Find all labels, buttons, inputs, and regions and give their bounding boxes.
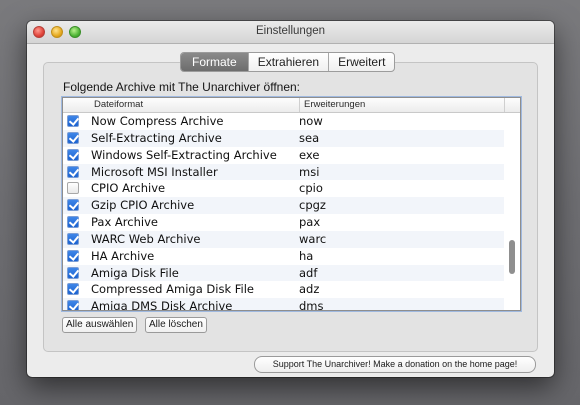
vertical-scrollbar[interactable] [504, 113, 520, 310]
format-name-cell: WARC Web Archive [91, 231, 201, 246]
table-row[interactable]: Gzip CPIO Archive cpgz [63, 197, 504, 215]
format-enabled-checkbox[interactable] [67, 199, 79, 212]
tab-erweitert[interactable]: Erweitert [328, 53, 394, 71]
format-name-cell: Windows Self-Extracting Archive [91, 147, 277, 162]
format-enabled-checkbox[interactable] [67, 131, 79, 144]
table-row[interactable]: Compressed Amiga Disk File adz [63, 281, 504, 298]
formats-table: Dateiformat Erweiterungen Now Compress A… [62, 97, 521, 311]
format-enabled-checkbox[interactable] [67, 165, 79, 178]
clear-all-button[interactable]: Alle löschen [145, 317, 207, 333]
window-title: Einstellungen [255, 25, 326, 37]
format-enabled-checkbox[interactable] [67, 300, 79, 310]
table-body: Now Compress Archive now Self-Extracting A… [63, 113, 504, 310]
format-name-cell: Gzip CPIO Archive [91, 198, 195, 213]
format-enabled-checkbox[interactable] [67, 232, 79, 245]
table-row[interactable]: WARC Web Archive warc [63, 230, 504, 248]
format-extension-cell: exe [299, 147, 320, 162]
format-enabled-checkbox[interactable] [67, 283, 79, 296]
support-donation-button[interactable]: Support The Unarchiver! Make a donation … [254, 356, 536, 373]
format-extension-cell: adz [299, 282, 320, 297]
format-extension-cell: ha [299, 248, 314, 263]
column-header-extensions[interactable]: Erweiterungen [299, 98, 365, 112]
format-extension-cell: now [299, 114, 323, 128]
format-name-cell: HA Archive [91, 248, 155, 263]
tab-bar: Formate Extrahieren Erweitert [180, 52, 396, 72]
format-extension-cell: dms [299, 299, 324, 311]
table-row[interactable]: Windows Self-Extracting Archive exe [63, 147, 504, 164]
scrollbar-thumb[interactable] [509, 240, 515, 274]
format-extension-cell: cpgz [299, 198, 326, 213]
format-extension-cell: cpio [299, 181, 323, 196]
table-row[interactable]: Pax Archive pax [63, 214, 504, 231]
table-header: Dateiformat Erweiterungen [63, 98, 520, 113]
table-row[interactable]: CPIO Archive cpio [63, 180, 504, 197]
preferences-window: Einstellungen Formate Extrahieren Erweit… [27, 21, 554, 377]
format-name-cell: Microsoft MSI Installer [91, 164, 218, 179]
tab-extrahieren[interactable]: Extrahieren [247, 53, 328, 71]
table-row[interactable]: Now Compress Archive now [63, 113, 504, 130]
formats-intro-label: Folgende Archive mit The Unarchiver öffn… [63, 80, 301, 94]
table-row[interactable]: Self-Extracting Archive sea [63, 129, 504, 147]
format-enabled-checkbox[interactable] [67, 148, 79, 161]
format-enabled-checkbox[interactable] [67, 266, 79, 279]
column-header-spacer [504, 98, 520, 112]
format-extension-cell: msi [299, 164, 320, 179]
table-row[interactable]: HA Archive ha [63, 248, 504, 265]
format-name-cell: Now Compress Archive [91, 114, 224, 128]
format-name-cell: CPIO Archive [91, 181, 166, 196]
table-row[interactable]: Amiga DMS Disk Archive dms [63, 298, 504, 311]
table-row[interactable]: Microsoft MSI Installer msi [63, 163, 504, 181]
format-enabled-checkbox[interactable] [67, 115, 79, 127]
format-name-cell: Self-Extracting Archive [91, 130, 222, 145]
title-bar[interactable]: Einstellungen [27, 21, 554, 44]
format-name-cell: Compressed Amiga Disk File [91, 282, 254, 297]
format-extension-cell: sea [299, 130, 320, 145]
format-enabled-checkbox[interactable] [67, 216, 79, 229]
column-header-format[interactable]: Dateiformat [94, 98, 143, 112]
format-enabled-checkbox[interactable] [67, 249, 79, 262]
table-row[interactable]: Amiga Disk File adf [63, 264, 504, 282]
format-extension-cell: warc [299, 231, 327, 246]
select-all-button[interactable]: Alle auswählen [62, 317, 138, 333]
format-name-cell: Pax Archive [91, 215, 158, 230]
format-enabled-checkbox[interactable] [67, 182, 79, 195]
tab-formate[interactable]: Formate [181, 53, 248, 71]
format-name-cell: Amiga Disk File [91, 265, 179, 280]
format-name-cell: Amiga DMS Disk Archive [91, 299, 233, 311]
format-extension-cell: adf [299, 265, 318, 280]
format-extension-cell: pax [299, 215, 321, 230]
